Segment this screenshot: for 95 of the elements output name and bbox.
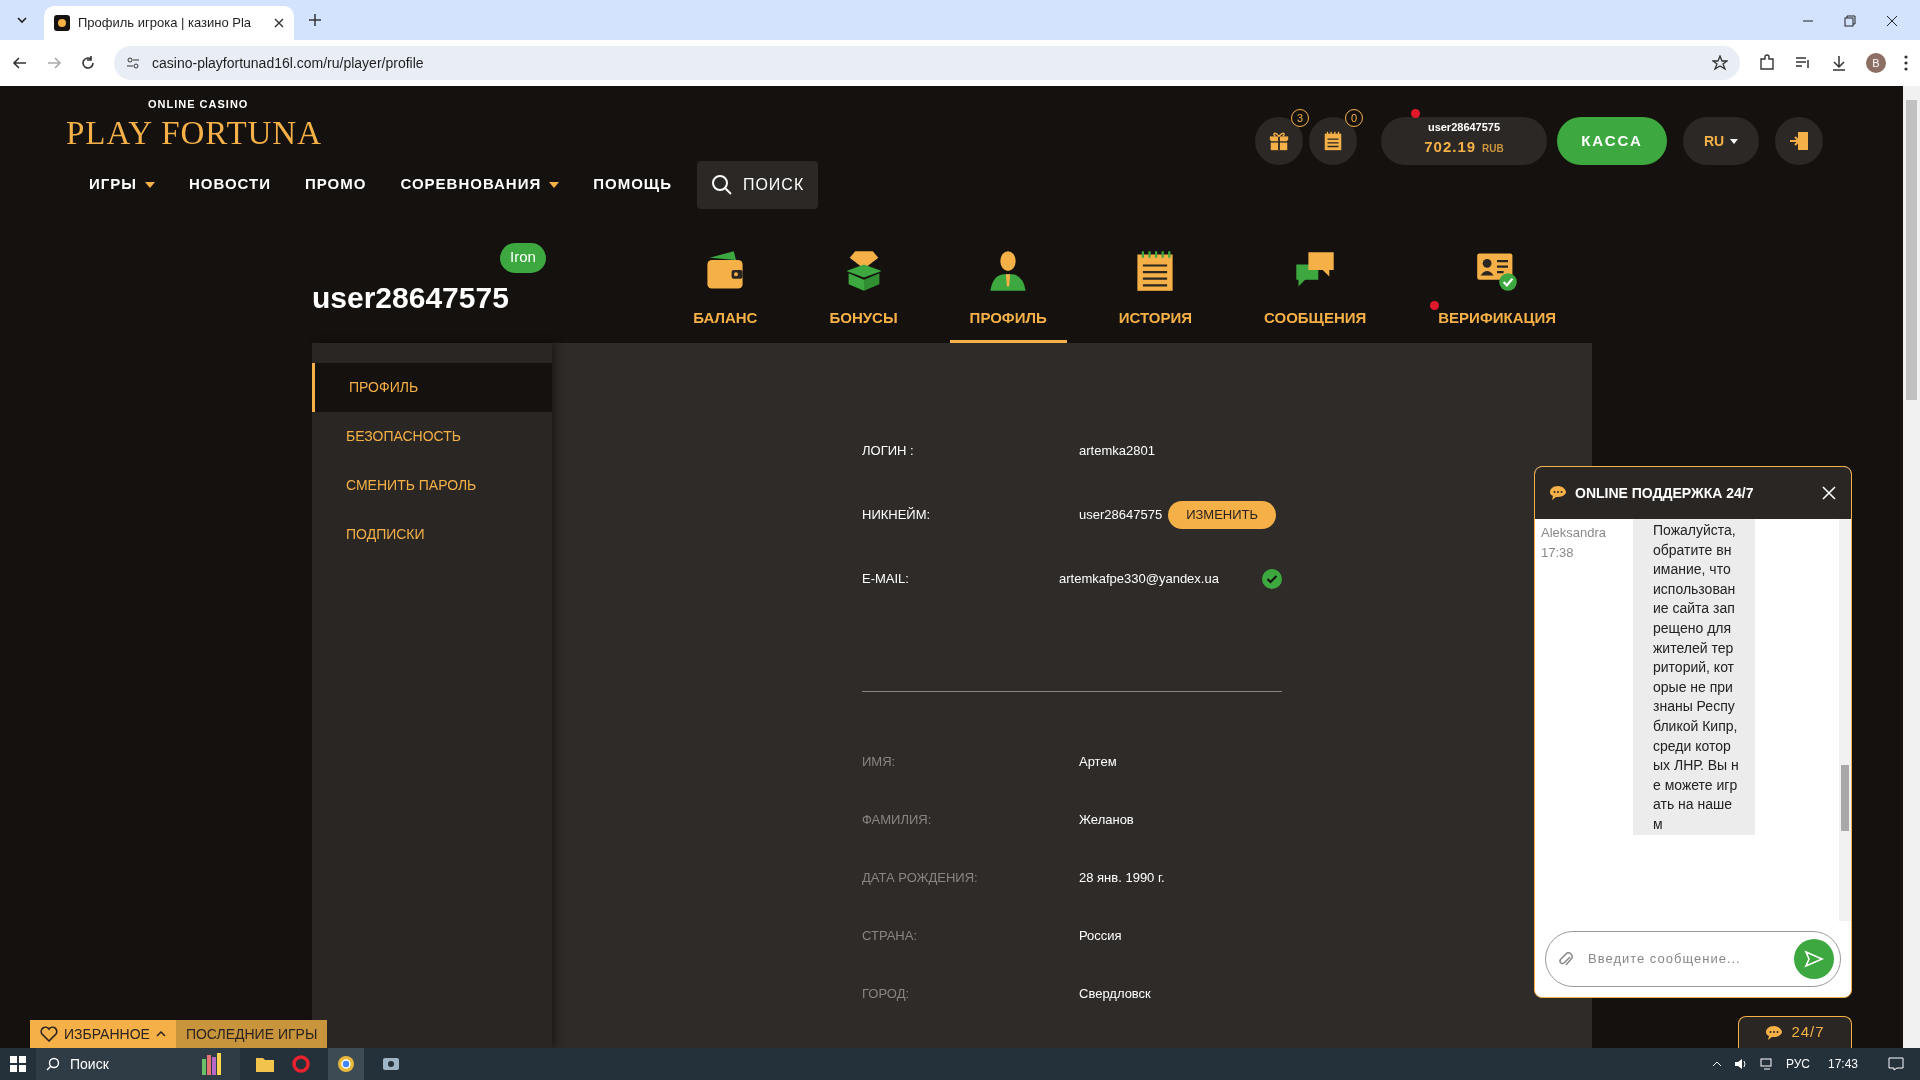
- field-label: ИМЯ:: [862, 752, 897, 771]
- url-text: casino-playfortunad16l.com/ru/player/profile: [152, 53, 424, 73]
- tab-title: Профиль игрока | казино Pla: [78, 14, 253, 33]
- browser-taskbar-button[interactable]: [328, 1048, 364, 1080]
- currency-label: RUB: [1482, 141, 1504, 156]
- profile-tab[interactable]: БОНУСЫ: [809, 249, 918, 343]
- gift-icon: [1268, 130, 1290, 152]
- logout-button[interactable]: [1775, 117, 1823, 165]
- profile-tab[interactable]: СООБЩЕНИЯ: [1244, 249, 1387, 343]
- chevron-up-icon[interactable]: [1711, 1061, 1722, 1067]
- field-label: ДАТА РОЖДЕНИЯ:: [862, 868, 979, 887]
- sidebar-item[interactable]: БЕЗОПАСНОСТЬ: [312, 411, 552, 461]
- send-button[interactable]: [1794, 939, 1834, 979]
- notepad-icon: [1322, 130, 1344, 152]
- circle-logo-icon: [337, 1055, 355, 1073]
- site-favicon-icon: [54, 15, 70, 31]
- profile-username: user28647575: [312, 279, 509, 316]
- logout-icon: [1788, 130, 1810, 152]
- language-selector[interactable]: RU: [1683, 117, 1759, 165]
- folder-icon[interactable]: [256, 1056, 274, 1072]
- network-icon[interactable]: [1759, 1057, 1774, 1071]
- profile-tab[interactable]: ВЕРИФИКАЦИЯ: [1418, 249, 1576, 343]
- field-value: artemkafpe330@yandex.ua: [1059, 569, 1219, 588]
- notifications-icon[interactable]: [1888, 1057, 1904, 1071]
- nav-link[interactable]: ПРОМО: [288, 173, 384, 196]
- field-value: Артем: [1079, 752, 1117, 771]
- sidebar-item[interactable]: ПРОФИЛЬ: [312, 362, 552, 412]
- back-arrow-icon[interactable]: [12, 55, 28, 71]
- message-bubble: Пожалуйста, обратите внимание, что использование сайта запрещено для жителей территорий, которые не признаны Республикой Кипр, среди которых ЛНР. Вы не можете играть на нашем: [1633, 519, 1755, 835]
- send-icon: [1804, 950, 1824, 968]
- ring-logo-icon[interactable]: [292, 1055, 310, 1073]
- more-options-icon[interactable]: [1904, 55, 1908, 71]
- level-badge: Iron: [500, 242, 546, 273]
- field-label: СТРАНА:: [862, 926, 919, 945]
- search-button[interactable]: ПОИСК: [696, 160, 819, 209]
- extensions-icon[interactable]: [1758, 54, 1776, 72]
- heart-icon: [40, 1026, 58, 1042]
- app-window-icon[interactable]: [382, 1055, 400, 1073]
- field-value: Желанов: [1079, 810, 1134, 829]
- download-icon[interactable]: [1830, 54, 1848, 72]
- close-icon[interactable]: [274, 18, 284, 28]
- chat-launcher[interactable]: 24/7: [1738, 1016, 1852, 1048]
- sidebar-item[interactable]: ПОДПИСКИ: [312, 509, 552, 559]
- reload-icon[interactable]: [80, 55, 96, 71]
- count-badge: 0: [1345, 109, 1363, 127]
- close-icon[interactable]: [1886, 15, 1898, 27]
- caret-icon: [1730, 138, 1739, 144]
- address-bar[interactable]: casino-playfortunad16l.com/ru/player/profile: [114, 46, 1740, 80]
- favorites-tab[interactable]: ИЗБРАННОЕ: [30, 1020, 176, 1048]
- balance-amount: 702.19: [1424, 136, 1477, 157]
- site-settings-icon: [126, 56, 140, 70]
- nav-link[interactable]: ИГРЫ: [72, 173, 172, 196]
- search-icon: [710, 173, 733, 196]
- field-label: ЛОГИН :: [862, 441, 915, 460]
- field-label: ГОРОД:: [862, 984, 911, 1003]
- paperclip-icon[interactable]: [1558, 950, 1574, 968]
- input-language[interactable]: РУС: [1785, 1055, 1810, 1073]
- site-logo[interactable]: PLAY FORTUNA: [66, 112, 323, 153]
- message-time: 17:38: [1541, 543, 1575, 562]
- message-input[interactable]: Введите сообщение...: [1588, 949, 1780, 969]
- chevron-up-icon: [155, 1031, 166, 1037]
- field-value: 28 янв. 1990 г.: [1079, 868, 1165, 887]
- field-value: user28647575: [1079, 505, 1163, 524]
- nav-link[interactable]: ПОМОЩЬ: [576, 173, 689, 196]
- field-label: НИКНЕЙМ:: [862, 505, 932, 524]
- logo-tagline: ONLINE CASINO: [148, 97, 249, 112]
- profile-avatar[interactable]: B: [1866, 53, 1886, 73]
- profile-tab[interactable]: БАЛАНС: [673, 249, 778, 343]
- message-author: Aleksandra: [1541, 524, 1608, 542]
- recent-games-tab[interactable]: ПОСЛЕДНИЕ ИГРЫ: [175, 1020, 328, 1048]
- field-value: artemka2801: [1079, 441, 1155, 460]
- windows-start-icon[interactable]: [10, 1056, 26, 1072]
- edit-button[interactable]: ИЗМЕНИТЬ: [1168, 500, 1277, 529]
- profile-tab[interactable]: ИСТОРИЯ: [1098, 249, 1212, 343]
- balance-pill[interactable]: user28647575 702.19 RUB: [1381, 117, 1547, 165]
- clock-time[interactable]: 17:43: [1827, 1055, 1858, 1073]
- chat-bubble-icon: [1549, 485, 1567, 501]
- search-icon: [46, 1057, 60, 1071]
- field-value: Свердловск: [1079, 984, 1151, 1003]
- browser-tab[interactable]: Профиль игрока | казино Pla: [44, 6, 294, 40]
- chat-bubble-icon: [1765, 1024, 1784, 1041]
- chat-title: ONLINE ПОДДЕРЖКА 24/7: [1575, 483, 1755, 503]
- taskbar-search[interactable]: Поиск: [36, 1048, 240, 1080]
- new-tab-icon[interactable]: [308, 13, 322, 27]
- field-label: ФАМИЛИЯ:: [862, 810, 933, 829]
- sidebar-item[interactable]: СМЕНИТЬ ПАРОЛЬ: [312, 460, 552, 510]
- nav-link[interactable]: СОРЕВНОВАНИЯ: [383, 173, 577, 196]
- field-value: Россия: [1079, 926, 1122, 945]
- nav-link[interactable]: НОВОСТИ: [172, 173, 288, 196]
- count-badge: 3: [1291, 109, 1309, 127]
- restore-icon[interactable]: [1844, 15, 1856, 27]
- chevron-down-icon: [16, 14, 28, 26]
- star-icon[interactable]: [1712, 55, 1728, 71]
- speaker-icon[interactable]: [1733, 1057, 1748, 1071]
- account-username: user28647575: [1427, 120, 1501, 135]
